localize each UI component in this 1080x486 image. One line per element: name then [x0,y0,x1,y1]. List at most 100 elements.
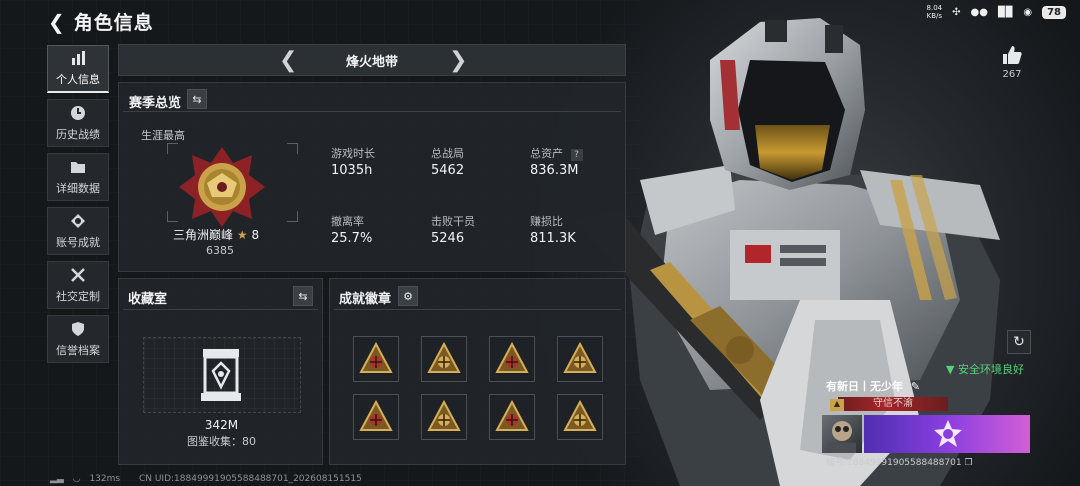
gear-icon[interactable]: ⚙ [398,286,418,306]
achievement-badge[interactable] [557,394,603,440]
bluetooth-icon: ✣ [952,6,961,18]
player-name-row: 有新日丨无少年 ✎ [826,378,1034,394]
shield-icon [72,321,84,336]
player-name: 有新日丨无少年 [826,380,903,393]
season-overview-title: 赛季总览 [129,96,182,111]
likes-count: 267 [1002,69,1022,80]
badge-cup-icon [427,341,461,373]
copy-icon[interactable]: ❐ [964,458,972,468]
avatar[interactable] [822,415,862,453]
stat-label-extraction-rate: 撤离率 [331,215,364,228]
avatar-image [828,421,856,453]
reputation-badge-icon: ▲ [830,399,844,411]
achievement-badge[interactable] [489,336,535,382]
badge-skull-icon [359,341,393,373]
stat-label-text: 总资产 [530,147,563,160]
collection-count: 图鉴收集：80 [187,435,256,448]
rank-name: 三角洲巅峰 [173,228,234,242]
rank-emblem-icon [179,147,265,227]
footer: ▂▃ ◡ 132ms CN UID:18849991905588488701_2… [50,474,362,484]
achievements-title: 成就徽章 [339,292,392,307]
map-selector: ❮ 烽火地带 ❯ [118,44,626,76]
achievement-badge[interactable] [353,394,399,440]
collection-panel[interactable]: 收藏室 ⇆ 342M 图鉴收集：80 [118,278,323,465]
achievement-badge[interactable] [489,394,535,440]
rank-stars: 8 [251,228,260,242]
folder-icon [71,161,85,173]
stat-label-playtime: 游戏时长 [331,147,375,160]
likes[interactable]: 267 [998,44,1026,80]
status-bar: 8.04 KB/s ✣ ●● ▉▉ ◉ 78 [927,4,1066,20]
nav-label: 个人信息 [56,73,100,86]
badge-crest-icon [495,341,529,373]
nav-label: 账号成就 [56,235,100,249]
badge-star-icon [427,399,461,431]
trust-status: 守信不渝 [838,397,948,411]
stat-value-total-assets: 836.3M [530,163,579,178]
stat-value-playtime: 1035h [331,163,373,178]
badge-bird-icon [495,399,529,431]
stat-label-profit-ratio: 赚损比 [530,215,563,228]
stat-label-kills: 击败干员 [431,215,475,228]
name-card-banner [864,415,1030,453]
badge-wing-icon [563,399,597,431]
medal-icon [71,213,85,228]
player-uid-text: 编号:18849991905588488701 [826,458,962,468]
battery-indicator: 78 [1042,5,1066,19]
stat-value-extraction-rate: 25.7% [331,231,373,246]
swap-icon[interactable]: ⇆ [187,89,207,109]
nav-item-detailed-data[interactable]: 详细数据 [47,153,109,201]
frame-corner [287,211,298,222]
earbuds-icon: ●● [970,6,988,18]
nav-item-history[interactable]: 历史战绩 [47,99,109,147]
nav-label: 社交定制 [56,289,100,303]
stat-value-total-matches: 5462 [431,163,465,178]
nav-label: 历史战绩 [56,127,100,141]
divider [334,309,621,310]
season-overview-panel: 赛季总览 ⇆ 生涯最高 三角洲巅峰 ★ 8 6385 游戏时长 1035h 总战… [118,82,626,272]
star-icon: ★ [236,228,248,242]
nav-label: 信誉档案 [56,343,100,357]
stat-value-profit-ratio: 811.3K [530,231,576,246]
safety-text: 安全环境良好 [957,363,1024,376]
frame-corner [167,143,178,154]
nav-item-achievements[interactable]: 账号成就 [47,207,109,255]
stat-label-total-assets: 总资产 ? [530,145,583,161]
achievement-badge[interactable] [421,336,467,382]
help-icon[interactable]: ? [570,149,583,161]
display-case-icon [201,349,241,401]
badge-eye-icon [359,399,393,431]
rank-score: 6385 [206,244,234,257]
back-arrow-icon[interactable]: ❮ [48,10,66,34]
stat-label-total-matches: 总战局 [431,147,464,160]
refresh-icon[interactable]: ↻ [1007,330,1031,354]
bar-chart-icon [72,51,85,65]
divider [123,309,318,310]
emblem-logo [934,420,962,447]
nav-item-reputation[interactable]: 信誉档案 [47,315,109,363]
edit-icon[interactable]: ✎ [911,380,920,393]
chevron-right-icon[interactable]: ❯ [449,48,467,73]
achievement-badge[interactable] [353,336,399,382]
tools-icon [71,267,85,282]
thumbs-up-icon [1003,46,1022,64]
nav-item-personal-info[interactable]: 个人信息 [47,45,109,93]
chevron-left-icon[interactable]: ❮ [279,48,297,73]
badge-scroll-icon [563,341,597,373]
frame-corner [287,143,298,154]
achievement-badge[interactable] [421,394,467,440]
ping: 132ms [89,474,121,484]
frame-corner [167,211,178,222]
footer-uid: CN UID:18849991905588488701_202608151515 [138,474,362,484]
signal-bars-icon: ▂▃ [50,474,64,484]
player-card[interactable]: 有新日丨无少年 ✎ ▲ 守信不渝 [822,378,1034,453]
stat-value-kills: 5246 [431,231,465,246]
safety-status: ▼ 安全环境良好 [946,361,1024,377]
net-speed: 8.04 KB/s [926,4,943,20]
achievement-badge[interactable] [557,336,603,382]
page-title: ❮ 角色信息 [48,10,154,34]
collection-title: 收藏室 [128,292,168,307]
wifi-icon: ◉ [1023,6,1033,18]
nav-item-social[interactable]: 社交定制 [47,261,109,309]
swap-icon[interactable]: ⇆ [293,286,313,306]
